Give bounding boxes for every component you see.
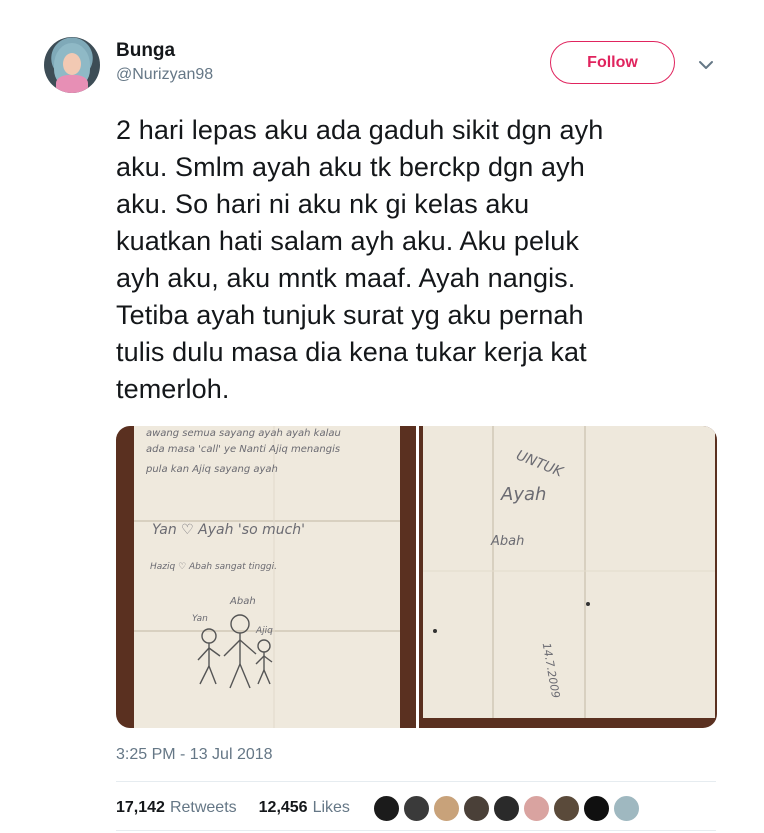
likes-stat[interactable]: 12,456 Likes — [259, 799, 350, 817]
follow-button[interactable]: Follow — [550, 41, 675, 84]
envelope-line: Abah — [491, 534, 525, 549]
letter-line: ada masa 'call' ye Nanti Ajiq menangis — [146, 444, 341, 455]
tweet-stats: 17,142 Retweets 12,456 Likes — [116, 799, 350, 817]
liker-avatar[interactable] — [492, 794, 521, 823]
letter-label: Abah — [230, 596, 256, 607]
avatar[interactable] — [44, 37, 100, 93]
liker-avatar[interactable] — [432, 794, 461, 823]
divider — [116, 781, 716, 782]
tweet-text: 2 hari lepas aku ada gaduh sikit dgn ayh… — [116, 115, 604, 404]
letter-line: awang semua sayang ayah ayah kalau — [146, 428, 341, 439]
tweet-photo-letter[interactable]: awang semua sayang ayah ayah kalau ada m… — [116, 426, 416, 728]
tweet-timestamp[interactable]: 3:25 PM - 13 Jul 2018 — [116, 746, 273, 764]
tweet-photo-envelope[interactable]: UNTUK Ayah Abah 14.7.2009 — [419, 426, 717, 728]
liker-avatar[interactable] — [552, 794, 581, 823]
retweets-stat[interactable]: 17,142 Retweets — [116, 799, 237, 817]
liker-avatars — [372, 794, 642, 823]
liker-avatar[interactable] — [582, 794, 611, 823]
letter-label: Ajiq — [256, 626, 273, 636]
chevron-down-icon[interactable] — [696, 55, 716, 75]
envelope-line: Ayah — [501, 484, 547, 505]
liker-avatar[interactable] — [402, 794, 431, 823]
user-name[interactable]: Bunga — [116, 40, 175, 62]
liker-avatar[interactable] — [522, 794, 551, 823]
liker-avatar[interactable] — [372, 794, 401, 823]
divider — [116, 830, 716, 831]
paper-folds — [423, 426, 715, 718]
letter-label: Yan — [192, 614, 208, 624]
liker-avatar[interactable] — [462, 794, 491, 823]
letter-line: Haziq ♡ Abah sangat tinggi. — [150, 562, 278, 572]
letter-line: Yan ♡ Ayah 'so much' — [152, 522, 306, 538]
user-handle[interactable]: @Nurizyan98 — [116, 66, 213, 84]
letter-line: pula kan Ajiq sayang ayah — [146, 464, 278, 475]
liker-avatar[interactable] — [612, 794, 641, 823]
